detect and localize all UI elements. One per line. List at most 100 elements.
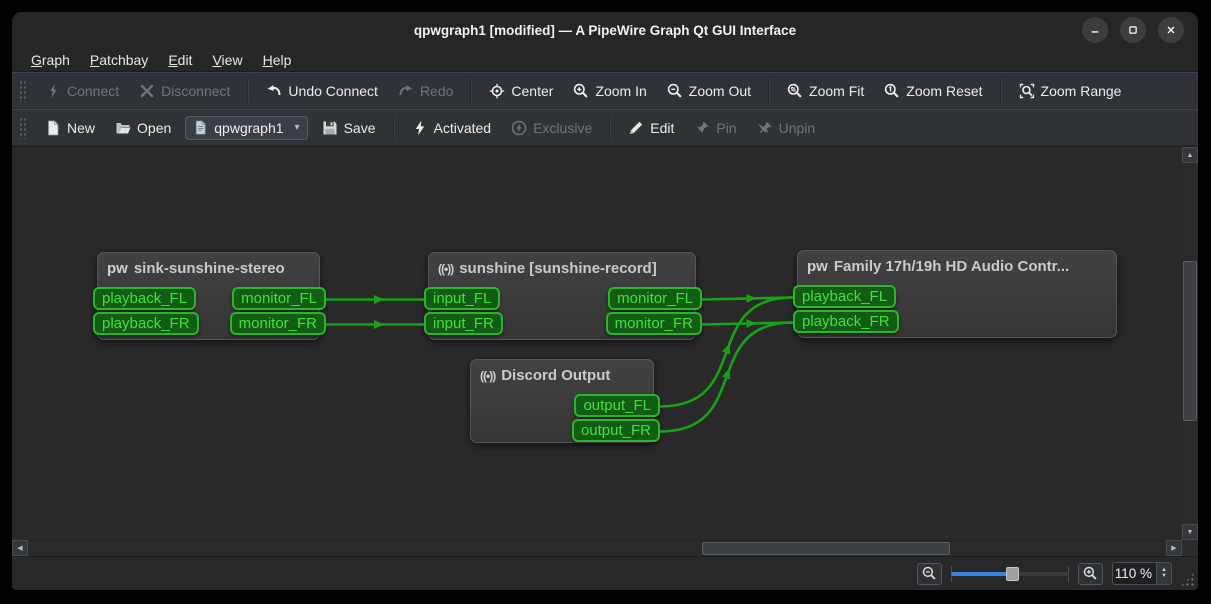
horizontal-scroll-handle[interactable]: [702, 542, 950, 555]
patchbay-file-icon: [193, 120, 208, 135]
horizontal-scroll-track[interactable]: [28, 540, 1166, 556]
menu-help[interactable]: Help: [254, 50, 301, 70]
button-label: Activated: [434, 120, 492, 136]
slider-handle[interactable]: [1006, 567, 1019, 581]
window-controls: [1082, 17, 1198, 43]
undo-connect-button[interactable]: Undo Connect: [258, 79, 386, 103]
exclusive-icon: [511, 120, 527, 136]
zoom-value[interactable]: 110 %: [1113, 566, 1156, 581]
maximize-button[interactable]: [1120, 17, 1146, 43]
app-window: qpwgraph1 [modified] — A PipeWire Graph …: [12, 12, 1198, 590]
center-button[interactable]: Center: [481, 79, 561, 103]
toolbar-separator: [1000, 79, 1002, 103]
right-arrow-icon: ▶: [1171, 544, 1176, 552]
toolbar-separator: [393, 116, 395, 140]
zoom-out-button[interactable]: [917, 563, 942, 585]
connections-layer: [12, 147, 1182, 540]
patchbay-combobox[interactable]: qpwgraph1 ▾: [185, 116, 307, 140]
connection-arrow: [722, 342, 734, 354]
menu-view[interactable]: View: [203, 50, 251, 70]
vertical-scroll-track[interactable]: [1182, 163, 1198, 524]
minimize-icon: [1088, 23, 1102, 37]
button-label: Zoom Reset: [906, 83, 982, 99]
button-label: Save: [344, 120, 376, 136]
button-label: Open: [137, 120, 171, 136]
horizontal-scrollbar[interactable]: ◀ ▶: [12, 540, 1198, 556]
zoom-fit-button[interactable]: Zoom Fit: [779, 79, 872, 103]
zoom-out-button[interactable]: Zoom Out: [659, 79, 759, 103]
button-label: Undo Connect: [288, 83, 378, 99]
button-label: Zoom Range: [1041, 83, 1122, 99]
button-label: Redo: [420, 83, 453, 99]
zoom-fit-icon: [787, 83, 803, 99]
window-title: qpwgraph1 [modified] — A PipeWire Graph …: [12, 23, 1198, 38]
toolbar-grip[interactable]: [19, 117, 26, 139]
zoom-spinbox[interactable]: 110 % ▲ ▼: [1112, 562, 1172, 585]
pin-button[interactable]: Pin: [686, 116, 744, 140]
connection-arrow: [374, 295, 384, 304]
main-toolbar: Connect Disconnect Undo Connect Redo Center Z…: [12, 72, 1198, 109]
edit-button[interactable]: Edit: [620, 116, 682, 140]
connect-button[interactable]: Connect: [37, 79, 127, 103]
unpin-button[interactable]: Unpin: [749, 116, 824, 140]
zoom-slider[interactable]: [951, 565, 1069, 583]
exclusive-button[interactable]: Exclusive: [503, 116, 600, 140]
connection-arrow: [746, 294, 756, 303]
up-arrow-icon: ▲: [1187, 152, 1194, 159]
toolbar-separator: [247, 79, 249, 103]
zoom-in-icon: [573, 83, 589, 99]
button-label: Zoom Fit: [809, 83, 864, 99]
save-icon: [322, 120, 338, 136]
scroll-up-button[interactable]: ▲: [1182, 147, 1198, 163]
button-label: Connect: [67, 83, 119, 99]
chevron-down-icon: ▾: [295, 122, 300, 133]
titlebar[interactable]: qpwgraph1 [modified] — A PipeWire Graph …: [12, 12, 1198, 48]
combobox-value: qpwgraph1: [214, 120, 283, 136]
spin-down-button[interactable]: ▼: [1161, 574, 1167, 579]
button-label: Zoom Out: [689, 83, 751, 99]
toolbar-grip[interactable]: [19, 80, 26, 102]
zoom-in-button[interactable]: [1078, 563, 1103, 585]
zoom-range-button[interactable]: Zoom Range: [1011, 79, 1130, 103]
button-label: Exclusive: [533, 120, 592, 136]
menu-patchbay[interactable]: Patchbay: [81, 50, 157, 70]
activated-button[interactable]: Activated: [404, 116, 500, 140]
scroll-left-button[interactable]: ◀: [12, 540, 28, 556]
button-label: Unpin: [779, 120, 816, 136]
button-label: Disconnect: [161, 83, 230, 99]
zoom-in-button[interactable]: Zoom In: [565, 79, 654, 103]
zoom-reset-button[interactable]: Zoom Reset: [876, 79, 990, 103]
menu-edit[interactable]: Edit: [159, 50, 201, 70]
save-button[interactable]: Save: [314, 116, 384, 140]
zoom-out-icon: [667, 83, 683, 99]
open-icon: [115, 120, 131, 136]
minimize-button[interactable]: [1082, 17, 1108, 43]
toolbar-separator: [768, 79, 770, 103]
menu-graph[interactable]: Graph: [22, 50, 79, 70]
scroll-down-button[interactable]: ▼: [1182, 524, 1198, 540]
vertical-scroll-handle[interactable]: [1183, 261, 1197, 421]
slider-fill: [951, 572, 1012, 576]
disconnect-button[interactable]: Disconnect: [131, 79, 238, 103]
button-label: Center: [511, 83, 553, 99]
statusbar: 110 % ▲ ▼: [12, 556, 1198, 590]
zoom-in-icon: [1083, 566, 1098, 581]
left-arrow-icon: ◀: [17, 544, 22, 552]
down-arrow-icon: ▼: [1187, 529, 1194, 536]
redo-button[interactable]: Redo: [390, 79, 461, 103]
vertical-scrollbar[interactable]: ▲ ▼: [1182, 146, 1198, 540]
center-icon: [489, 83, 505, 99]
close-button[interactable]: [1158, 17, 1184, 43]
new-button[interactable]: New: [37, 116, 103, 140]
activated-icon: [412, 120, 428, 136]
scroll-right-button[interactable]: ▶: [1166, 540, 1182, 556]
zoom-out-icon: [922, 566, 937, 581]
graph-canvas[interactable]: pwsink-sunshine-stereoplayback_FLplaybac…: [12, 146, 1182, 540]
redo-icon: [398, 83, 414, 99]
edit-icon: [628, 120, 644, 136]
disconnect-icon: [139, 83, 155, 99]
close-icon: [1164, 23, 1178, 37]
open-button[interactable]: Open: [107, 116, 179, 140]
screen: qpwgraph1 [modified] — A PipeWire Graph …: [0, 0, 1211, 604]
new-icon: [45, 120, 61, 136]
